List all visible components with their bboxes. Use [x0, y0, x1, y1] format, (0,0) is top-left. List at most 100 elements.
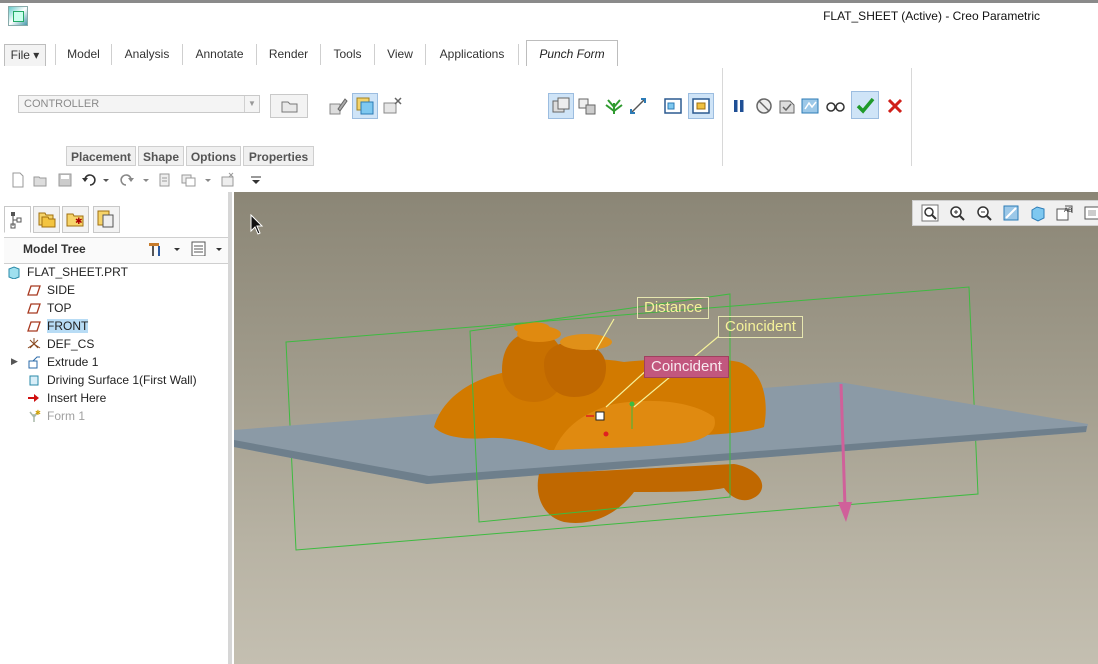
redo-dropdown-icon[interactable] — [141, 172, 151, 188]
pause-button[interactable] — [728, 95, 750, 117]
subtab-placement[interactable]: Placement — [66, 146, 136, 166]
layers-tab[interactable] — [93, 206, 120, 233]
windows-dropdown-icon[interactable] — [203, 172, 213, 188]
part-icon — [7, 265, 21, 279]
show-columns-icon[interactable] — [190, 240, 208, 258]
green-fork-icon — [605, 99, 623, 114]
no-button[interactable] — [753, 95, 775, 117]
merge-button[interactable] — [576, 95, 598, 117]
tree-item-front[interactable]: FRONT — [27, 318, 89, 335]
flip-icon — [630, 98, 646, 114]
flatten-icon — [552, 97, 570, 113]
reference-select[interactable]: CONTROLLER ▼ — [18, 95, 260, 113]
verify-shaded-button[interactable] — [799, 95, 821, 117]
subtab-shape[interactable]: Shape — [138, 146, 184, 166]
open-icon[interactable] — [33, 172, 49, 188]
no-icon — [756, 98, 772, 114]
csys-icon — [27, 337, 41, 351]
ok-icon — [856, 97, 875, 114]
green-fork-button[interactable] — [603, 95, 625, 117]
folder-browser-tab[interactable] — [33, 206, 60, 233]
svg-text:✱: ✱ — [75, 217, 83, 227]
model-tree-title: Model Tree — [23, 242, 86, 256]
constraint-callout-coincident-active[interactable]: Coincident — [644, 356, 729, 378]
flip-button[interactable] — [627, 95, 649, 117]
zoom-out-icon[interactable] — [974, 203, 994, 223]
app-icon[interactable] — [8, 6, 28, 26]
verify-icon — [779, 100, 795, 114]
remove-icon — [383, 97, 402, 114]
tree-item-def-cs[interactable]: DEF_CS — [27, 336, 94, 353]
show-dropdown-icon[interactable] — [214, 241, 224, 257]
tab-model[interactable]: Model — [55, 44, 111, 65]
tab-punch-form[interactable]: Punch Form — [526, 40, 618, 68]
open-folder-button[interactable] — [270, 94, 308, 118]
subtab-options[interactable]: Options — [186, 146, 241, 166]
tree-item-form-1[interactable]: ✱ Form 1 — [27, 408, 85, 425]
tab-annotate[interactable]: Annotate — [182, 44, 256, 65]
chevron-down-icon[interactable]: ▼ — [244, 96, 259, 112]
flatten-button[interactable] — [548, 93, 574, 119]
tree-item-label: SIDE — [47, 283, 76, 297]
model-scene — [234, 286, 1088, 551]
new-icon[interactable] — [10, 172, 26, 188]
cancel-button[interactable] — [884, 95, 906, 117]
paste-button[interactable] — [352, 93, 378, 119]
ok-button[interactable] — [851, 91, 879, 119]
tab-render[interactable]: Render — [256, 44, 320, 65]
tab-applications[interactable]: Applications — [425, 44, 519, 65]
paste-icon — [356, 97, 374, 115]
display-style-icon[interactable] — [1028, 203, 1048, 223]
repaint-icon[interactable] — [1001, 203, 1021, 223]
save-icon[interactable] — [57, 172, 73, 188]
tab-file[interactable]: File ▾ — [4, 44, 46, 67]
zoom-in-icon[interactable] — [947, 203, 967, 223]
constraint-callout-distance[interactable]: Distance — [637, 297, 710, 319]
tree-item-part[interactable]: FLAT_SHEET.PRT — [7, 264, 128, 281]
undo-icon[interactable] — [81, 172, 97, 188]
tree-item-insert-here[interactable]: Insert Here — [27, 390, 106, 407]
redo-icon[interactable] — [119, 172, 135, 188]
view-manager-icon[interactable] — [1082, 203, 1098, 223]
tree-item-side[interactable]: SIDE — [27, 282, 75, 299]
tree-settings-dropdown-icon[interactable] — [172, 241, 182, 257]
glasses-button[interactable] — [824, 95, 846, 117]
windows-icon[interactable] — [181, 172, 197, 188]
tree-item-driving-surface[interactable]: Driving Surface 1(First Wall) — [27, 372, 197, 389]
window-title: FLAT_SHEET (Active) - Creo Parametric — [823, 9, 1040, 23]
close-window-icon[interactable] — [220, 172, 236, 188]
verify-button[interactable] — [776, 95, 798, 117]
favorites-folder-icon: ✱ — [66, 213, 84, 227]
wall-icon — [27, 373, 41, 387]
tab-view[interactable]: View — [374, 44, 425, 65]
tab-analysis[interactable]: Analysis — [111, 44, 182, 65]
regenerate-icon[interactable] — [157, 172, 173, 188]
refit-icon[interactable] — [920, 203, 940, 223]
customize-toolbar-icon[interactable] — [248, 172, 264, 188]
remove-button[interactable] — [381, 95, 403, 117]
layers-icon — [97, 210, 114, 228]
mirror-button[interactable] — [326, 95, 348, 117]
tab-tools[interactable]: Tools — [320, 44, 374, 65]
model-tree-tab[interactable] — [4, 206, 31, 233]
tree-item-label: Driving Surface 1(First Wall) — [47, 373, 197, 387]
form-knob-right — [544, 342, 606, 397]
view-button[interactable] — [662, 95, 684, 117]
tree-settings-icon[interactable] — [146, 240, 166, 258]
tree-item-top[interactable]: TOP — [27, 300, 71, 317]
graphics-viewport[interactable] — [234, 192, 1098, 664]
saved-orientations-icon[interactable]: AB — [1055, 203, 1075, 223]
subtab-properties[interactable]: Properties — [243, 146, 314, 166]
undo-dropdown-icon[interactable] — [101, 172, 111, 188]
expand-arrow-icon[interactable]: ▶ — [11, 356, 21, 366]
tree-item-extrude-1[interactable]: Extrude 1 — [27, 354, 98, 371]
folder-tree-icon — [38, 212, 56, 228]
constraint-callout-coincident[interactable]: Coincident — [718, 316, 803, 338]
tree-item-label: Extrude 1 — [47, 355, 99, 369]
placement-marker — [595, 411, 605, 421]
tree-item-label: DEF_CS — [47, 337, 95, 351]
favorites-tab[interactable]: ✱ — [62, 206, 89, 233]
verify-shaded-icon — [801, 98, 819, 114]
pause-icon — [734, 100, 744, 112]
preview-button[interactable] — [688, 93, 714, 119]
